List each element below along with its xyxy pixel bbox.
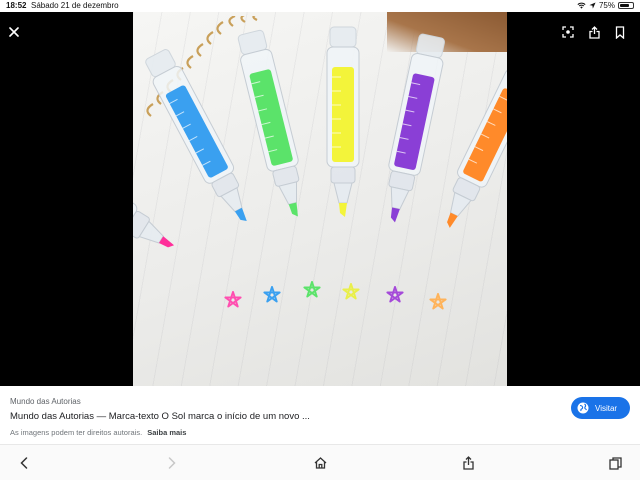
source-site-name[interactable]: Mundo das Autorias (10, 397, 81, 406)
visit-label: Visitar (595, 403, 618, 413)
copyright-notice: As imagens podem ter direitos autorais. … (10, 428, 186, 437)
back-icon (20, 457, 28, 469)
doodle-star (224, 291, 242, 308)
status-bar: 18:52 Sábado 21 de dezembro 75% (0, 0, 640, 12)
lens-icon (562, 26, 574, 38)
wifi-icon (577, 2, 586, 9)
home-button[interactable] (310, 453, 330, 473)
learn-more-link[interactable]: Saiba mais (147, 428, 186, 437)
doodle-stars (224, 281, 447, 310)
share-icon (462, 456, 474, 470)
result-title-link[interactable]: Mundo das Autorias — Marca-texto O Sol m… (10, 411, 310, 422)
status-date: Sábado 21 de dezembro (31, 1, 119, 10)
save-image-button[interactable] (608, 20, 632, 44)
doodle-star (263, 286, 281, 303)
doodle-star (429, 293, 447, 310)
copyright-text: As imagens podem ter direitos autorais. (10, 428, 143, 437)
share-image-button[interactable] (582, 20, 606, 44)
battery-percent: 75% (598, 1, 615, 10)
location-icon (589, 2, 596, 9)
status-time: 18:52 (6, 1, 27, 10)
tabs-button[interactable] (605, 453, 625, 473)
image-viewer (0, 12, 640, 386)
status-indicators: 75% (577, 1, 634, 10)
doodle-star (386, 286, 404, 303)
home-icon (314, 457, 326, 469)
browser-toolbar (0, 445, 640, 480)
image-info-panel: Mundo das Autorias Mundo das Autorias — … (0, 386, 640, 444)
doodle-star (342, 283, 360, 300)
bookmark-icon (615, 25, 625, 39)
battery-icon (618, 2, 634, 9)
close-icon (9, 27, 19, 37)
close-button[interactable] (2, 20, 26, 44)
preview-image[interactable] (133, 12, 507, 386)
back-button[interactable] (14, 453, 34, 473)
doodle-star (303, 281, 321, 298)
forward-icon (168, 457, 176, 469)
globe-icon (577, 402, 589, 414)
battery-level (620, 4, 629, 7)
visit-button[interactable]: Visitar (571, 397, 630, 419)
forward-button[interactable] (162, 453, 182, 473)
share-page-button[interactable] (458, 453, 478, 473)
lens-button[interactable] (556, 20, 580, 44)
share-icon (588, 25, 600, 39)
tabs-icon (608, 456, 622, 470)
